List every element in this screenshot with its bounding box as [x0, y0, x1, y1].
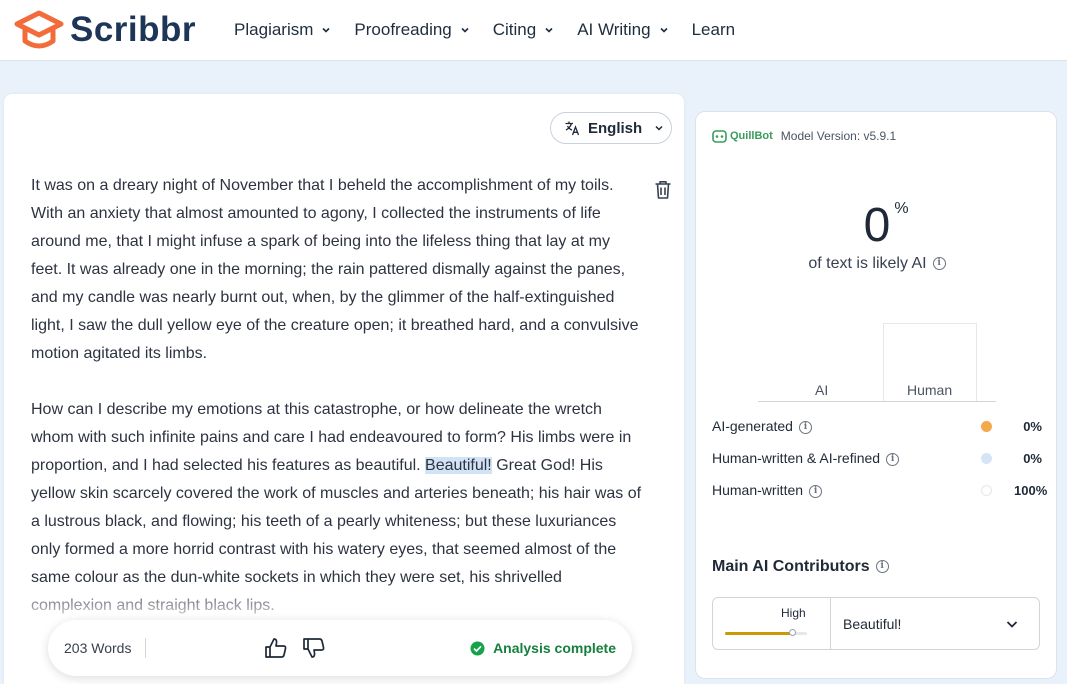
delete-text-button[interactable]	[654, 180, 672, 205]
analysis-status: Analysis complete	[470, 640, 616, 656]
word-count: 203 Words	[64, 638, 147, 658]
chevron-down-icon	[545, 27, 553, 33]
results-panel: QuillBot Model Version: v5.9.1 0% of tex…	[695, 111, 1057, 679]
legend-label: AI-generated	[712, 418, 793, 434]
contributors-title: Main AI Contributors i	[712, 558, 889, 576]
input-text-area[interactable]: It was on a dreary night of November tha…	[31, 172, 643, 648]
nav-label: Citing	[492, 20, 537, 39]
chevron-down-icon	[322, 27, 330, 33]
legend-ai-generated: AI-generated i 0%	[712, 418, 1042, 434]
contributor-item[interactable]: High Beautiful!	[712, 597, 1040, 650]
chevron-down-icon	[655, 125, 663, 131]
legend-label-wrap: Human-written i	[712, 482, 981, 498]
nav-proofreading[interactable]: Proofreading	[354, 20, 469, 40]
contributor-phrase: Beautiful!	[843, 615, 902, 632]
highlighted-ai-phrase[interactable]: Beautiful!	[425, 457, 492, 474]
text-paragraph-1: It was on a dreary night of November tha…	[31, 177, 639, 362]
meter-fill	[725, 632, 792, 635]
thumbs-down-button[interactable]	[302, 637, 326, 659]
caption-text: of text is likely AI	[808, 255, 927, 272]
legend-label: Human-written	[712, 482, 804, 498]
legend-human-written: Human-written i 100%	[712, 482, 1048, 498]
nav-ai-writing[interactable]: AI Writing	[577, 20, 668, 40]
legend-dot	[981, 420, 992, 432]
editor-status-bar: 203 Words Analysis complete	[48, 620, 632, 676]
legend-label-wrap: Human-written & AI-refined i	[712, 450, 981, 466]
legend-human-ai-refined: Human-written & AI-refined i 0%	[712, 450, 1042, 466]
legend-label-wrap: AI-generated i	[712, 418, 981, 434]
expand-button[interactable]	[1005, 617, 1019, 631]
legend-dot	[981, 484, 992, 496]
legend-label: Human-written & AI-refined	[712, 450, 881, 466]
info-icon[interactable]: i	[932, 257, 946, 271]
info-icon[interactable]: i	[875, 560, 889, 574]
thumbs-up-icon	[265, 638, 287, 658]
nav-label: Proofreading	[354, 20, 452, 39]
logo-text: Scribbr	[70, 10, 197, 49]
contributors-title-text: Main AI Contributors	[712, 558, 870, 575]
top-header: Scribbr Plagiarism Proofreading Citing A…	[0, 0, 1067, 61]
status-text: Analysis complete	[493, 640, 616, 656]
nav-plagiarism[interactable]: Plagiarism	[234, 20, 331, 40]
nav-label: Learn	[691, 20, 736, 39]
editor-panel: English It was on a dreary night of Nove…	[4, 94, 684, 684]
score-chart	[758, 292, 996, 402]
trash-icon	[655, 181, 671, 199]
legend-dot	[981, 452, 992, 464]
model-version: Model Version: v5.9.1	[780, 129, 897, 143]
nav-citing[interactable]: Citing	[493, 20, 554, 40]
legend-value: 0%	[1023, 450, 1042, 466]
ai-score: 0%	[696, 198, 1058, 253]
info-icon[interactable]: i	[886, 452, 900, 466]
chevron-down-icon	[1006, 620, 1018, 628]
language-label: English	[588, 119, 643, 137]
chevron-down-icon	[461, 27, 469, 33]
level-label: High	[781, 606, 806, 620]
legend-value: 100%	[1014, 482, 1048, 498]
ai-percent-value: 0	[863, 199, 891, 252]
text-fade-overlay	[24, 582, 664, 622]
score-caption: of text is likely AI i	[696, 255, 1058, 273]
meter-knob	[789, 629, 796, 636]
provider-row: QuillBot Model Version: v5.9.1	[712, 129, 896, 143]
thumbs-up-button[interactable]	[264, 637, 288, 659]
info-icon[interactable]: i	[809, 484, 823, 498]
chart-label-human: Human	[907, 382, 953, 398]
feedback-buttons	[264, 637, 340, 659]
chevron-down-icon	[660, 27, 668, 33]
info-icon[interactable]: i	[798, 420, 812, 434]
graduation-cap-icon	[14, 10, 64, 49]
quillbot-logo-icon	[712, 130, 727, 143]
scribbr-logo[interactable]: Scribbr	[14, 9, 196, 51]
nav-label: AI Writing	[577, 20, 651, 39]
contributor-level-meter: High	[713, 597, 831, 650]
nav-learn[interactable]: Learn	[692, 20, 735, 40]
percent-sign: %	[894, 200, 909, 217]
thumbs-down-icon	[303, 638, 325, 658]
legend-value: 0%	[1023, 418, 1042, 434]
check-circle-icon	[470, 641, 485, 656]
provider-name: QuillBot	[730, 130, 773, 142]
chart-axis	[758, 401, 996, 402]
translate-icon	[565, 121, 580, 136]
language-selector[interactable]: English	[550, 112, 672, 144]
chart-label-ai: AI	[815, 382, 829, 398]
nav-label: Plagiarism	[234, 20, 314, 39]
main-nav: Plagiarism Proofreading Citing AI Writin…	[234, 20, 758, 40]
